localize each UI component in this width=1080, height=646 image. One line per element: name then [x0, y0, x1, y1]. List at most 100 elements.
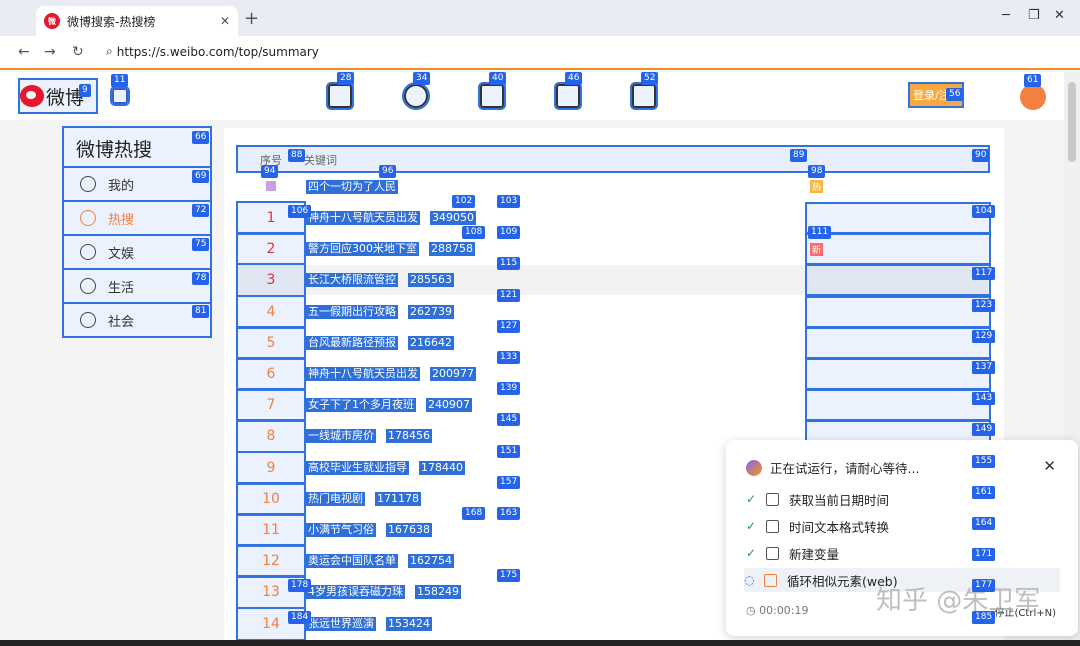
- keyword-link[interactable]: 高校毕业生就业指导: [306, 460, 409, 475]
- element-index-badge: 40: [489, 72, 507, 85]
- maximize-icon[interactable]: ❐: [1028, 8, 1040, 23]
- col-keyword: 关键词: [304, 154, 337, 167]
- element-index-badge: 98: [808, 165, 826, 178]
- search-icon: ⌕: [106, 44, 113, 58]
- element-index-badge: 78: [192, 272, 210, 285]
- sidebar-item-society[interactable]: 社会: [62, 302, 212, 338]
- keyword-link[interactable]: 女子下了1个多月夜班: [306, 398, 416, 413]
- rank-cell: 7: [236, 388, 306, 423]
- keyword-link[interactable]: 小满节气习俗: [306, 523, 376, 537]
- element-index-badge: 56: [946, 88, 964, 101]
- element-index-badge: 11: [111, 74, 129, 87]
- sidebar-item-label: 我的: [108, 178, 135, 194]
- new-tab-icon[interactable]: +: [244, 8, 259, 29]
- profile-icon[interactable]: [630, 82, 658, 110]
- weibo-header: [0, 72, 1064, 120]
- reload-icon[interactable]: ↻: [72, 44, 84, 60]
- element-index-badge: 155: [972, 454, 996, 468]
- heat-value: 158249: [415, 585, 461, 600]
- table-header: 序号 关键词: [236, 145, 990, 173]
- society-icon: [80, 312, 96, 328]
- element-index-badge: 96: [379, 165, 397, 178]
- minimize-icon[interactable]: ─: [1002, 8, 1010, 23]
- element-index-badge: 75: [192, 238, 210, 251]
- loop-icon: [764, 573, 777, 587]
- element-index-badge: 161: [972, 485, 996, 499]
- rank-cell: 3: [236, 263, 306, 298]
- sidebar-item-life[interactable]: 生活: [62, 268, 212, 304]
- hot-icon[interactable]: [402, 82, 430, 110]
- element-index-badge: 69: [192, 170, 210, 183]
- compose-icon[interactable]: [1020, 84, 1046, 110]
- element-index-badge: 133: [497, 351, 521, 364]
- browser-titlebar: 微 微博搜索-热搜榜 ✕ + ─ ❐ ✕: [0, 0, 1080, 36]
- element-index-badge: 46: [565, 72, 583, 85]
- element-index-badge: 109: [497, 226, 521, 240]
- keyword-link[interactable]: 热门电视剧: [306, 491, 365, 506]
- new-tag: 新: [810, 243, 824, 257]
- mail-icon[interactable]: [554, 82, 582, 110]
- close-icon[interactable]: ✕: [1043, 457, 1056, 475]
- keyword-link[interactable]: 长江大桥限流管控: [306, 273, 398, 288]
- keyword-link[interactable]: 张远世界巡演: [306, 616, 376, 631]
- sidebar-item-ent[interactable]: 文娱: [62, 234, 212, 270]
- heat-value: 288758: [429, 242, 475, 257]
- keyword-link[interactable]: 神舟十八号航天员出发: [306, 367, 420, 381]
- rank-cell: 5: [236, 325, 306, 360]
- element-index-badge: 88: [288, 149, 306, 162]
- keyword-link[interactable]: 五一假期出行攻略: [306, 304, 398, 319]
- pinned-keyword[interactable]: 四个一切为了人民: [306, 180, 398, 194]
- elapsed-time: ◷ 00:00:19: [746, 604, 809, 617]
- url-text: https://s.weibo.com/top/summary: [116, 44, 319, 59]
- element-index-badge: 106: [288, 205, 312, 218]
- element-index-badge: 72: [192, 204, 210, 217]
- tag-cell: [805, 295, 991, 328]
- keyword-link[interactable]: 台风最新路径预报: [306, 335, 398, 350]
- tag-cell: [805, 389, 991, 422]
- element-index-badge: 34: [413, 72, 431, 85]
- address-bar: ← → ↻ ⌕ https://s.weibo.com/top/summary: [0, 36, 1080, 70]
- heat-value: 178440: [419, 460, 465, 475]
- element-index-badge: 157: [497, 475, 521, 489]
- search-icon: [80, 210, 96, 226]
- heat-value: 178456: [386, 429, 432, 444]
- tag-cell: [805, 264, 991, 297]
- keyword-link[interactable]: 警方回应300米地下室: [306, 242, 419, 257]
- keyword-link[interactable]: 奥运会中国队名单: [306, 554, 398, 569]
- element-index-badge: 171: [972, 548, 996, 562]
- sidebar-item-label: 热搜: [108, 212, 135, 228]
- close-tab-icon[interactable]: ✕: [220, 14, 230, 28]
- tab-title: 微博搜索-热搜榜: [67, 14, 156, 29]
- home-icon[interactable]: [326, 82, 354, 110]
- watermark: 知乎 @朱卫军: [876, 586, 1041, 616]
- window-close-icon[interactable]: ✕: [1054, 8, 1065, 23]
- app-icon[interactable]: [110, 86, 130, 106]
- element-index-badge: 102: [452, 195, 476, 208]
- element-index-badge: 66: [192, 131, 210, 144]
- rank-cell: 2: [236, 232, 306, 267]
- element-index-badge: 178: [288, 579, 312, 593]
- element-index-badge: 108: [462, 226, 486, 240]
- rank-cell: 10: [236, 481, 306, 516]
- back-icon[interactable]: ←: [18, 44, 30, 60]
- sidebar-item-mine[interactable]: 我的: [62, 166, 212, 202]
- forward-icon[interactable]: →: [44, 44, 56, 60]
- datetime-icon: [766, 492, 779, 506]
- element-index-badge: 149: [972, 423, 996, 437]
- browser-tab[interactable]: 微 微博搜索-热搜榜 ✕: [36, 6, 238, 36]
- element-index-badge: 127: [497, 319, 521, 333]
- keyword-link[interactable]: 一线城市房价: [306, 429, 376, 444]
- keyword-link[interactable]: 4岁男孩误吞磁力珠: [306, 585, 405, 600]
- sidebar-item-hot[interactable]: 热搜: [62, 200, 212, 236]
- heat-value: 240907: [426, 398, 472, 413]
- element-index-badge: 164: [972, 517, 996, 530]
- rank-cell: 4: [236, 294, 306, 329]
- video-icon[interactable]: [478, 82, 506, 110]
- tag-cell: [805, 358, 991, 390]
- tag-cell: [805, 233, 991, 266]
- url-field[interactable]: ⌕ https://s.weibo.com/top/summary: [106, 44, 319, 59]
- keyword-link[interactable]: 神舟十八号航天员出发: [306, 211, 420, 225]
- element-index-badge: 94: [261, 165, 279, 178]
- element-index-badge: 151: [497, 444, 521, 458]
- element-index-badge: 104: [972, 205, 996, 218]
